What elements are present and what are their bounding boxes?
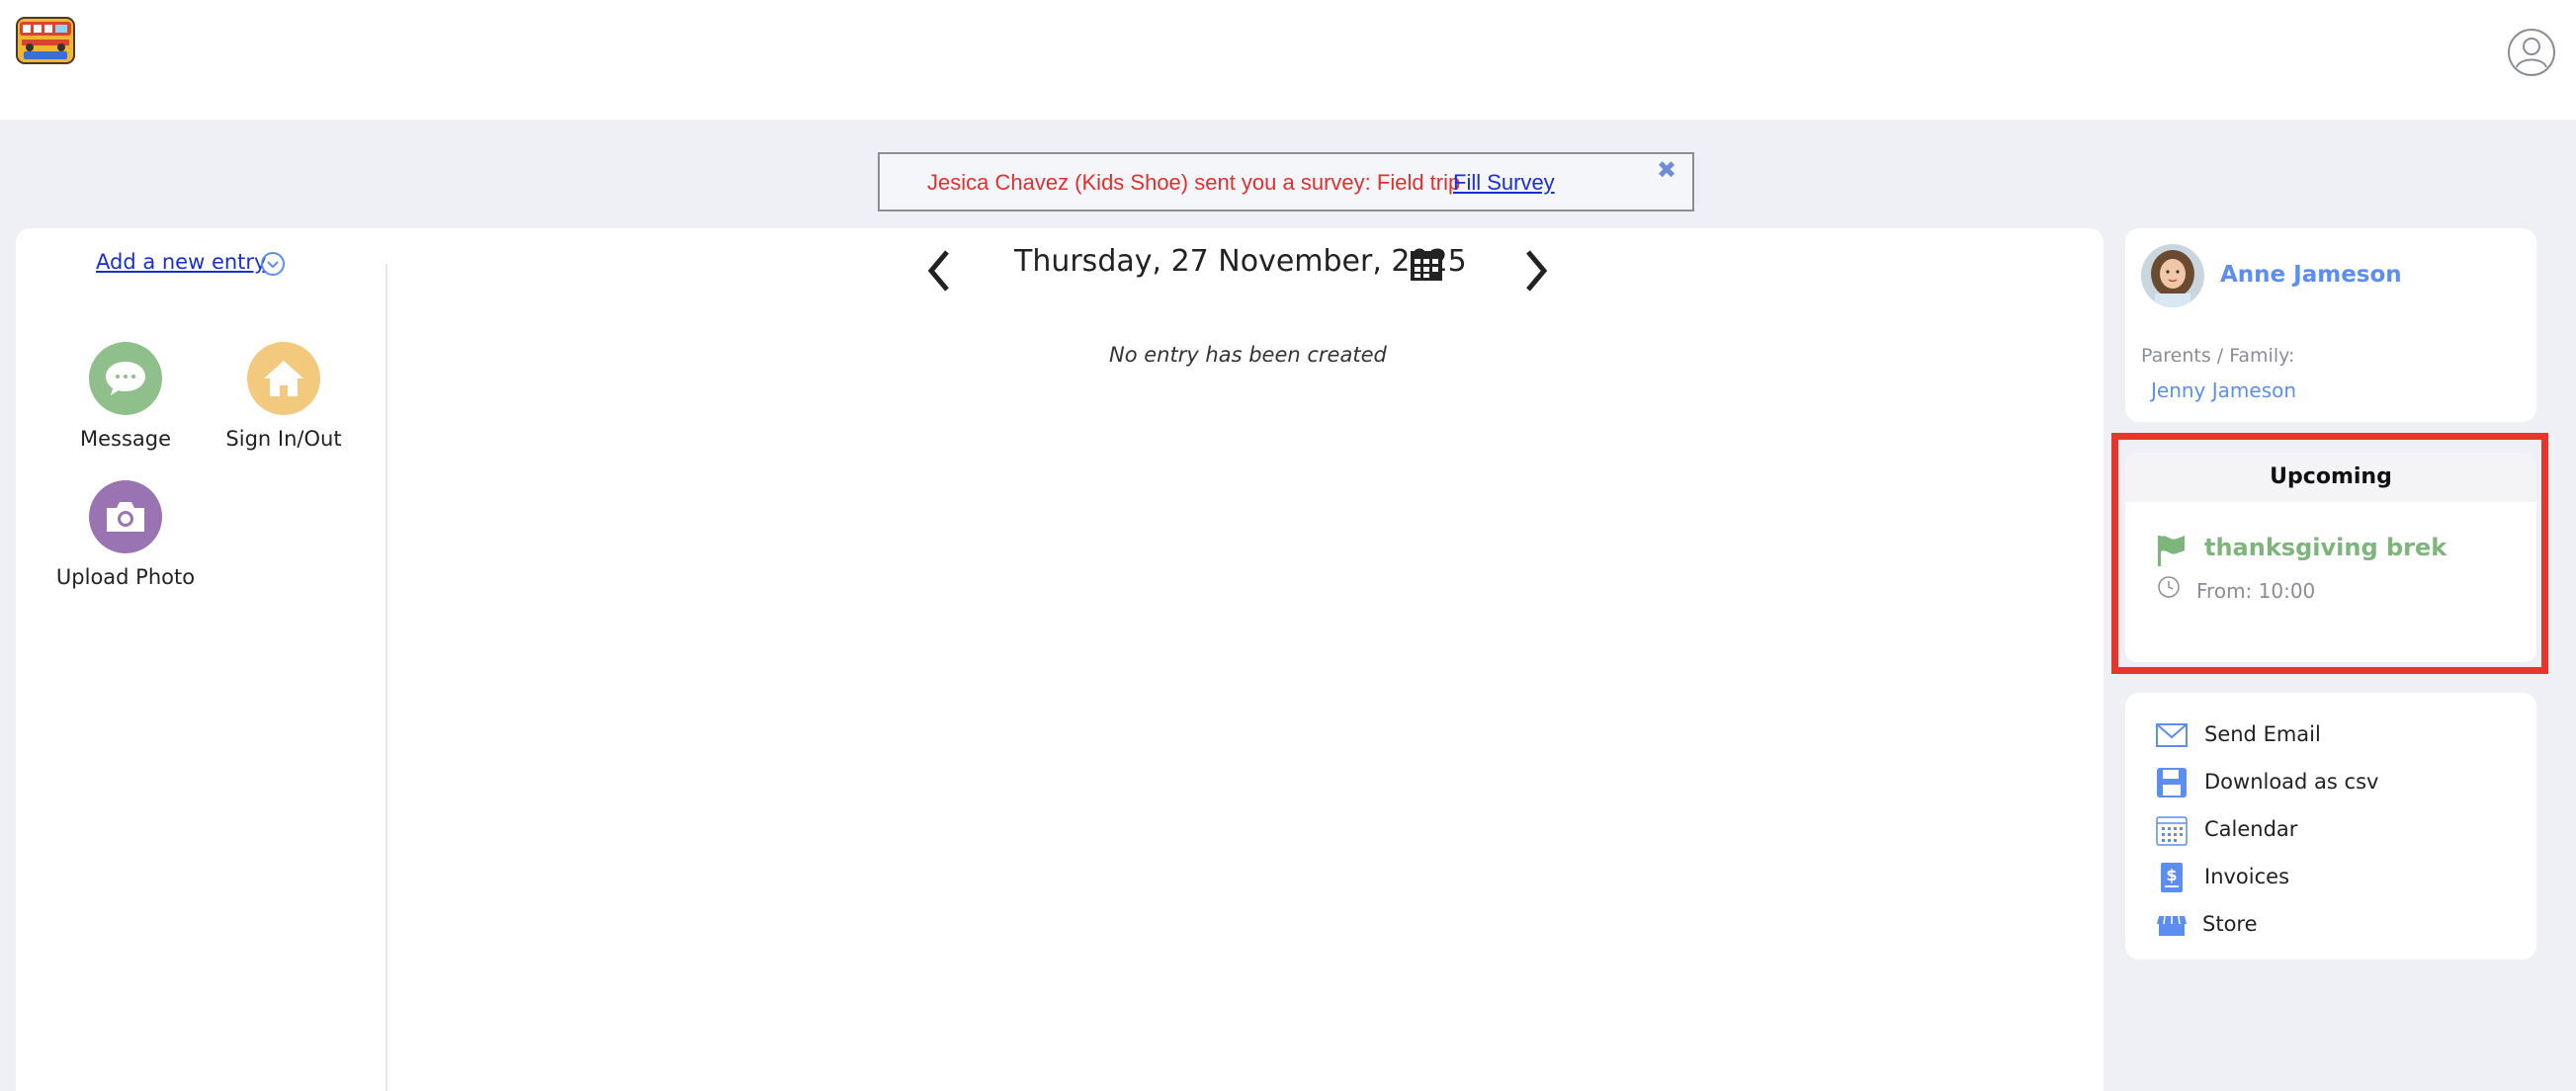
column-divider (386, 264, 387, 1091)
chevron-right-icon[interactable] (1520, 246, 1552, 295)
fill-survey-link[interactable]: Fill Survey (1453, 170, 1555, 196)
download-csv-menu-item[interactable]: Download as csv (2155, 762, 2511, 801)
download-csv-label: Download as csv (2204, 770, 2379, 794)
upcoming-card: Upcoming thanksgiving brek From: 10:00 (2125, 453, 2536, 662)
sign-in-out-action[interactable]: Sign In/Out (210, 342, 358, 451)
family-member-link[interactable]: Jenny Jameson (2151, 378, 2296, 402)
chevron-left-icon[interactable] (923, 246, 955, 295)
actions-menu-card: Send Email Download as csv Calendar $ In… (2125, 693, 2536, 960)
empty-state-text: No entry has been created (1109, 343, 1387, 367)
survey-notice-text: Jesica Chavez (Kids Shoe) sent you a sur… (927, 170, 1461, 195)
current-date: Thursday, 27 November, 2025 (1014, 244, 1467, 279)
message-label: Message (79, 427, 172, 451)
child-profile-card: Anne Jameson Parents / Family: Jenny Jam… (2125, 228, 2536, 422)
send-email-menu-item[interactable]: Send Email (2155, 714, 2511, 754)
account-icon[interactable] (2507, 28, 2556, 77)
journal-card: Add a new entry Message Sign In/Out Uplo… (16, 228, 2104, 1091)
add-new-entry-link[interactable]: Add a new entry (96, 250, 266, 274)
upcoming-title: Upcoming (2125, 453, 2536, 502)
clock-icon (2158, 576, 2180, 598)
send-email-label: Send Email (2204, 722, 2321, 746)
school-bus-logo-icon[interactable] (16, 14, 77, 69)
close-icon[interactable]: ✖ (1657, 156, 1676, 184)
calendar-label: Calendar (2204, 817, 2298, 841)
calendar-picker-icon[interactable] (1410, 250, 1443, 282)
event-time: From: 10:00 (2196, 579, 2316, 603)
invoices-label: Invoices (2204, 865, 2290, 888)
chevron-down-circle-icon[interactable] (260, 251, 286, 277)
store-menu-item[interactable]: Store (2155, 904, 2511, 944)
house-icon (247, 342, 320, 415)
top-bar (0, 0, 2576, 120)
mail-icon (2156, 723, 2188, 747)
svg-text:$: $ (2166, 866, 2177, 884)
save-icon (2157, 768, 2187, 797)
message-action[interactable]: Message (51, 342, 200, 451)
invoices-menu-item[interactable]: $ Invoices (2155, 857, 2511, 896)
upload-photo-label: Upload Photo (55, 565, 196, 589)
store-label: Store (2202, 912, 2258, 936)
family-label: Parents / Family: (2141, 345, 2295, 367)
survey-notice-banner: Jesica Chavez (Kids Shoe) sent you a sur… (878, 152, 1694, 211)
invoice-icon: $ (2161, 863, 2183, 892)
message-icon (89, 342, 162, 415)
calendar-menu-item[interactable]: Calendar (2155, 809, 2511, 849)
event-title-link[interactable]: thanksgiving brek (2204, 534, 2447, 561)
calendar-icon (2156, 816, 2188, 846)
child-name-link[interactable]: Anne Jameson (2220, 262, 2402, 288)
sign-in-out-label: Sign In/Out (225, 427, 342, 451)
avatar[interactable] (2141, 244, 2204, 307)
upload-photo-action[interactable]: Upload Photo (51, 480, 200, 589)
camera-icon (89, 480, 162, 553)
store-icon (2157, 915, 2187, 936)
flag-icon (2158, 536, 2185, 566)
